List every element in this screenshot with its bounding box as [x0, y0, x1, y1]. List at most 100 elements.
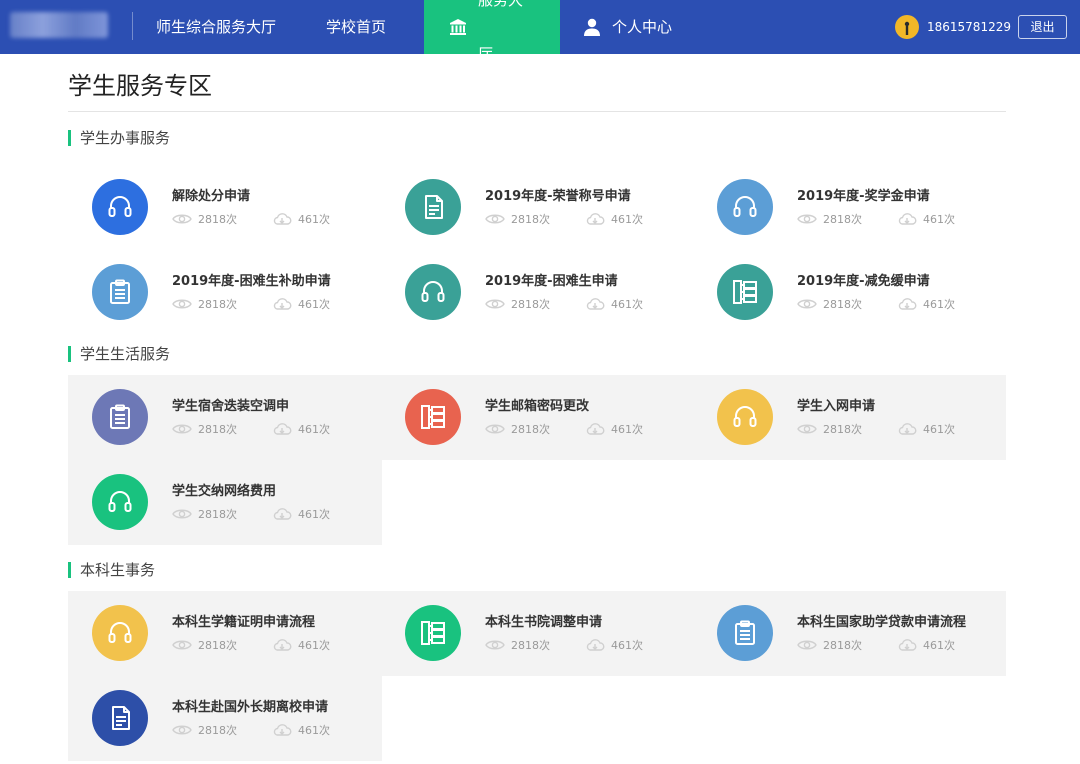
cloud-download-icon [272, 507, 292, 521]
download-count-value: 461次 [298, 213, 330, 226]
cloud-download-icon [272, 723, 292, 737]
cloud-download-icon [585, 212, 605, 226]
eye-icon [485, 297, 505, 311]
eye-icon [172, 212, 192, 226]
download-count: 461次 [897, 421, 955, 437]
user-avatar[interactable] [895, 15, 919, 39]
service-title: 学生交纳网络费用 [172, 484, 277, 499]
nav-personal-center[interactable]: 个人中心 [582, 0, 672, 54]
download-count-value: 461次 [923, 639, 955, 652]
view-count: 2818次 [797, 211, 862, 227]
eye-icon [485, 638, 505, 652]
service-card[interactable]: 2019年度-奖学金申请 2818次 461次 [693, 165, 1005, 250]
download-count: 461次 [585, 421, 643, 437]
service-icon-circle [405, 389, 461, 445]
eye-icon [797, 212, 817, 226]
service-card[interactable]: 本科生国家助学贷款申请流程 2818次 461次 [693, 591, 1005, 676]
view-count: 2818次 [172, 421, 237, 437]
section-title-student-life: 学生生活服务 [68, 345, 170, 363]
service-icon-circle [92, 474, 148, 530]
nav-service-hall[interactable]: 服务大厅 [424, 0, 560, 63]
download-count: 461次 [272, 637, 330, 653]
tree-icon [418, 402, 448, 432]
service-icon-circle [405, 605, 461, 661]
download-count-value: 461次 [923, 423, 955, 436]
nav-school-home[interactable]: 学校首页 [326, 0, 386, 54]
service-card[interactable]: 学生邮箱密码更改 2818次 461次 [381, 375, 693, 460]
download-count: 461次 [897, 211, 955, 227]
view-count: 2818次 [485, 211, 550, 227]
eye-icon [485, 422, 505, 436]
service-card[interactable]: 2019年度-困难生申请 2818次 461次 [381, 250, 693, 335]
service-card[interactable]: 解除处分申请 2818次 461次 [68, 165, 380, 250]
service-icon-circle [717, 179, 773, 235]
view-count: 2818次 [797, 421, 862, 437]
download-count-value: 461次 [298, 639, 330, 652]
download-count: 461次 [272, 722, 330, 738]
service-icon-circle [92, 264, 148, 320]
service-icon-circle [92, 179, 148, 235]
download-count-value: 461次 [611, 298, 643, 311]
service-title: 2019年度-荣誉称号申请 [485, 189, 631, 204]
view-count-value: 2818次 [511, 213, 550, 226]
download-count: 461次 [897, 637, 955, 653]
view-count-value: 2818次 [823, 298, 862, 311]
service-title: 本科生国家助学贷款申请流程 [797, 615, 967, 630]
download-count-value: 461次 [611, 213, 643, 226]
cloud-download-icon [272, 422, 292, 436]
nav-service-hall-label: 服务大厅 [478, 0, 524, 63]
service-card[interactable]: 本科生学籍证明申请流程 2818次 461次 [68, 591, 380, 676]
eye-icon [797, 422, 817, 436]
view-count-value: 2818次 [198, 213, 237, 226]
user-phone-number: 18615781229 [927, 20, 1011, 34]
view-count-value: 2818次 [511, 639, 550, 652]
download-count-value: 461次 [611, 639, 643, 652]
eye-icon [172, 507, 192, 521]
avatar-figure-icon [904, 21, 910, 35]
service-card[interactable]: 本科生书院调整申请 2818次 461次 [381, 591, 693, 676]
service-card[interactable]: 2019年度-困难生补助申请 2818次 461次 [68, 250, 380, 335]
service-title: 学生宿舍迭装空调申 [172, 399, 290, 414]
service-icon-circle [717, 389, 773, 445]
download-count-value: 461次 [298, 423, 330, 436]
service-card[interactable]: 学生宿舍迭装空调申 2818次 461次 [68, 375, 380, 460]
document-icon [105, 703, 135, 733]
view-count-value: 2818次 [823, 423, 862, 436]
download-count: 461次 [585, 637, 643, 653]
service-card[interactable]: 学生交纳网络费用 2818次 461次 [68, 460, 380, 545]
section-title-student-affairs: 学生办事服务 [68, 129, 170, 147]
cloud-download-icon [897, 422, 917, 436]
tree-icon [418, 618, 448, 648]
headset-icon [418, 277, 448, 307]
service-title: 2019年度-困难生补助申请 [172, 274, 331, 289]
view-count-value: 2818次 [198, 724, 237, 737]
service-card[interactable]: 本科生赴国外长期离校申请 2818次 461次 [68, 676, 380, 761]
user-icon [582, 17, 602, 37]
cloud-download-icon [897, 297, 917, 311]
service-title: 2019年度-困难生申请 [485, 274, 618, 289]
view-count-value: 2818次 [823, 639, 862, 652]
eye-icon [797, 297, 817, 311]
download-count-value: 461次 [611, 423, 643, 436]
service-card[interactable]: 2019年度-荣誉称号申请 2818次 461次 [381, 165, 693, 250]
download-count: 461次 [272, 421, 330, 437]
headset-icon [730, 192, 760, 222]
service-card[interactable]: 2019年度-减免缓申请 2818次 461次 [693, 250, 1005, 335]
bank-building-icon [448, 17, 468, 37]
view-count-value: 2818次 [198, 639, 237, 652]
headset-icon [105, 192, 135, 222]
view-count: 2818次 [485, 421, 550, 437]
view-count: 2818次 [172, 296, 237, 312]
view-count: 2818次 [797, 637, 862, 653]
download-count-value: 461次 [298, 298, 330, 311]
eye-icon [172, 638, 192, 652]
school-logo[interactable] [10, 12, 108, 38]
cloud-download-icon [585, 422, 605, 436]
view-count: 2818次 [797, 296, 862, 312]
view-count: 2818次 [172, 211, 237, 227]
view-count: 2818次 [172, 722, 237, 738]
service-card[interactable]: 学生入网申请 2818次 461次 [693, 375, 1005, 460]
logout-button[interactable]: 退出 [1018, 15, 1067, 39]
service-icon-circle [717, 605, 773, 661]
download-count: 461次 [272, 296, 330, 312]
